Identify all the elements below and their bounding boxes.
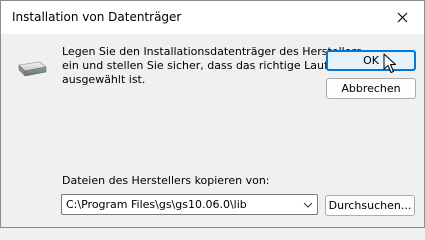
chevron-down-icon — [303, 202, 313, 208]
title-bar: Installation von Datenträger — [1, 1, 424, 34]
disk-drive-icon — [18, 61, 47, 77]
close-button[interactable] — [380, 1, 424, 34]
message-line: ein und stellen Sie sicher, dass das ric… — [62, 59, 355, 72]
copy-from-path-value[interactable]: C:\Program Files\gs\gs10.06.0\lib — [62, 198, 299, 211]
ok-button[interactable]: OK — [326, 50, 416, 71]
message-line: Legen Sie den Installationsdatenträger d… — [62, 45, 362, 58]
cancel-button[interactable]: Abbrechen — [326, 78, 416, 99]
dialog-window: Installation von Datenträger Legen Sie d… — [0, 0, 425, 228]
close-icon — [397, 12, 407, 23]
dropdown-button[interactable] — [299, 195, 317, 214]
message-line: ausgewählt ist. — [62, 73, 146, 86]
browse-button[interactable]: Durchsuchen... — [325, 195, 415, 216]
instruction-message: Legen Sie den Installationsdatenträger d… — [62, 45, 362, 87]
copy-from-label: Dateien des Herstellers kopieren von: — [62, 174, 270, 187]
window-title: Installation von Datenträger — [12, 10, 182, 24]
copy-from-path-combobox[interactable]: C:\Program Files\gs\gs10.06.0\lib — [61, 194, 318, 215]
